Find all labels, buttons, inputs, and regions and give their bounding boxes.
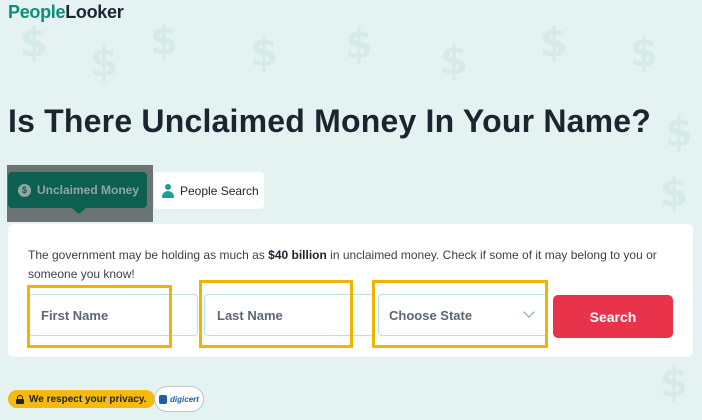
tab-unclaimed-money[interactable]: $ Unclaimed Money: [8, 172, 147, 214]
search-button[interactable]: Search: [553, 295, 673, 338]
logo-part-1: People: [8, 2, 66, 22]
person-icon: [162, 183, 174, 198]
search-description: The government may be holding as much as…: [28, 246, 678, 284]
tab-pointer-notch: [72, 208, 86, 214]
privacy-badge: We respect your privacy.: [8, 390, 156, 408]
seal-lock-icon: [159, 394, 168, 404]
tab-people-search[interactable]: People Search: [154, 172, 264, 209]
chevron-down-icon: [523, 306, 535, 318]
desc-before: The government may be holding as much as: [28, 248, 269, 262]
brand-logo[interactable]: PeopleLooker: [8, 2, 124, 23]
dollar-coin-icon: $: [18, 183, 31, 197]
privacy-label: We respect your privacy.: [29, 393, 147, 405]
seal-label: digicert: [170, 394, 199, 404]
search-card: The government may be holding as much as…: [8, 224, 693, 357]
last-name-input[interactable]: [215, 306, 373, 324]
lock-icon: [16, 394, 24, 404]
digicert-seal[interactable]: digicert: [154, 386, 204, 412]
page-headline: Is There Unclaimed Money In Your Name?: [8, 103, 652, 139]
last-name-field[interactable]: [204, 294, 374, 336]
state-select[interactable]: Choose State: [378, 294, 548, 336]
first-name-field[interactable]: [28, 294, 198, 336]
state-select-value: Choose State: [389, 307, 473, 323]
first-name-input[interactable]: [39, 306, 197, 324]
logo-part-2: Looker: [65, 2, 124, 22]
desc-amount: $40 billion: [268, 248, 327, 262]
tab-label: Unclaimed Money: [37, 183, 140, 197]
tab-label: People Search: [180, 183, 259, 198]
